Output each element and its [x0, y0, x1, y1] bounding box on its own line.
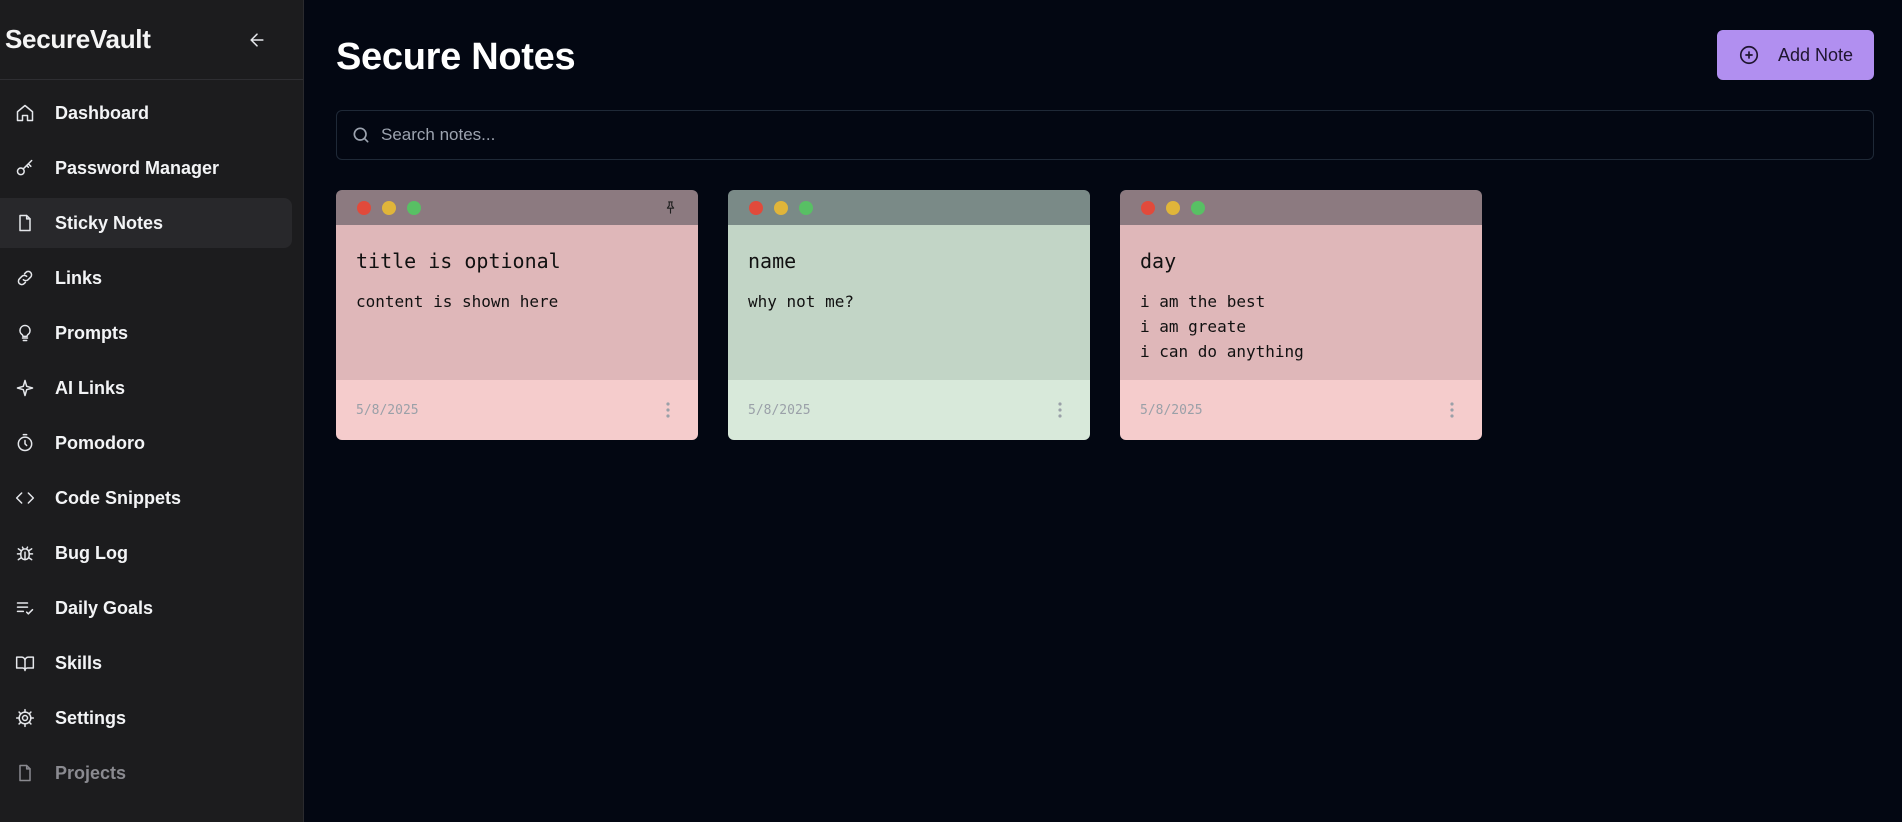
sidebar: SecureVault Dashboard Password Manager S… — [0, 0, 304, 822]
search-input[interactable] — [381, 125, 1751, 145]
sidebar-item-code-snippets[interactable]: Code Snippets — [0, 473, 292, 523]
search-bar — [336, 110, 1874, 160]
note-body: day i am the best i am greate i can do a… — [1120, 225, 1482, 380]
note-title: name — [748, 249, 797, 273]
sidebar-item-label: Projects — [55, 762, 127, 783]
sidebar-item-daily-goals[interactable]: Daily Goals — [0, 583, 292, 633]
note-date: 5/8/2025 — [356, 402, 419, 418]
app-brand: SecureVault — [5, 24, 151, 54]
note-body: title is optional content is shown here — [336, 225, 698, 380]
notes-grid: title is optional content is shown here … — [336, 190, 1482, 440]
sidebar-item-dashboard[interactable]: Dashboard — [0, 88, 292, 138]
arrow-left-icon — [250, 32, 264, 47]
sidebar-item-sticky-notes[interactable]: Sticky Notes — [0, 198, 292, 248]
sidebar-item-label: Links — [55, 267, 103, 288]
sidebar-nav: Dashboard Password Manager Sticky Notes … — [0, 80, 303, 798]
note-content: why not me? — [748, 292, 854, 311]
key-icon — [15, 158, 35, 178]
code-icon — [15, 488, 35, 508]
yellow-dot-icon — [774, 200, 788, 215]
note-titlebar — [728, 190, 1090, 225]
note-title: title is optional — [356, 249, 561, 273]
add-note-button[interactable]: Add Note — [1717, 30, 1874, 80]
page-title: Secure Notes — [336, 36, 576, 78]
sidebar-item-label: Code Snippets — [55, 487, 182, 508]
sidebar-item-label: Sticky Notes — [55, 212, 164, 233]
search-icon — [353, 127, 369, 143]
note-titlebar — [336, 190, 698, 225]
more-options-icon[interactable] — [1442, 400, 1462, 420]
home-icon — [15, 103, 35, 123]
note-body: name why not me? — [728, 225, 1090, 380]
red-dot-icon — [749, 200, 763, 215]
sidebar-item-skills[interactable]: Skills — [0, 638, 292, 688]
collapse-sidebar-button[interactable] — [243, 26, 271, 54]
note-footer: 5/8/2025 — [728, 380, 1090, 440]
sidebar-item-projects[interactable]: Projects — [0, 748, 292, 798]
more-options-icon[interactable] — [1050, 400, 1070, 420]
bug-icon — [15, 543, 35, 563]
note-content: i am the best i am greate i can do anyth… — [1140, 292, 1304, 361]
note-card[interactable]: name why not me? 5/8/2025 — [728, 190, 1090, 440]
lightbulb-icon — [15, 323, 35, 343]
sidebar-item-label: Skills — [55, 652, 103, 673]
note-date: 5/8/2025 — [748, 402, 811, 418]
gear-icon — [15, 708, 35, 728]
sidebar-item-pomodoro[interactable]: Pomodoro — [0, 418, 292, 468]
sidebar-item-label: Prompts — [55, 322, 129, 343]
note-title: day — [1140, 249, 1177, 273]
sidebar-item-settings[interactable]: Settings — [0, 693, 292, 743]
sidebar-item-label: Settings — [55, 707, 127, 728]
note-date: 5/8/2025 — [1140, 402, 1203, 418]
sidebar-item-label: Password Manager — [55, 157, 220, 178]
sidebar-item-label: Dashboard — [55, 102, 150, 123]
yellow-dot-icon — [382, 200, 396, 215]
sidebar-item-prompts[interactable]: Prompts — [0, 308, 292, 358]
sidebar-item-label: Pomodoro — [55, 432, 145, 453]
sidebar-item-label: Bug Log — [55, 542, 128, 563]
timer-icon — [15, 433, 35, 453]
sidebar-item-ai-links[interactable]: AI Links — [0, 363, 292, 413]
plus-circle-icon — [1738, 44, 1760, 66]
pin-icon[interactable] — [663, 200, 678, 215]
note-card[interactable]: day i am the best i am greate i can do a… — [1120, 190, 1482, 440]
sidebar-header: SecureVault — [0, 0, 303, 80]
red-dot-icon — [357, 200, 371, 215]
note-content: content is shown here — [356, 292, 559, 311]
file-icon — [15, 763, 35, 783]
note-footer: 5/8/2025 — [1120, 380, 1482, 440]
sidebar-item-bug-log[interactable]: Bug Log — [0, 528, 292, 578]
red-dot-icon — [1141, 200, 1155, 215]
sidebar-item-label: AI Links — [55, 377, 126, 398]
file-icon — [15, 213, 35, 233]
main-content: Secure Notes Add Note title is optional … — [336, 0, 1874, 822]
list-check-icon — [15, 598, 35, 618]
sidebar-item-links[interactable]: Links — [0, 253, 292, 303]
green-dot-icon — [407, 200, 421, 215]
sidebar-item-label: Daily Goals — [55, 597, 154, 618]
note-footer: 5/8/2025 — [336, 380, 698, 440]
green-dot-icon — [1191, 200, 1205, 215]
link-icon — [15, 268, 35, 288]
sparkle-icon — [15, 378, 35, 398]
note-card[interactable]: title is optional content is shown here … — [336, 190, 698, 440]
yellow-dot-icon — [1166, 200, 1180, 215]
add-note-label: Add Note — [1777, 44, 1854, 65]
book-icon — [15, 653, 35, 673]
note-titlebar — [1120, 190, 1482, 225]
sidebar-item-password-manager[interactable]: Password Manager — [0, 143, 292, 193]
green-dot-icon — [799, 200, 813, 215]
more-options-icon[interactable] — [658, 400, 678, 420]
